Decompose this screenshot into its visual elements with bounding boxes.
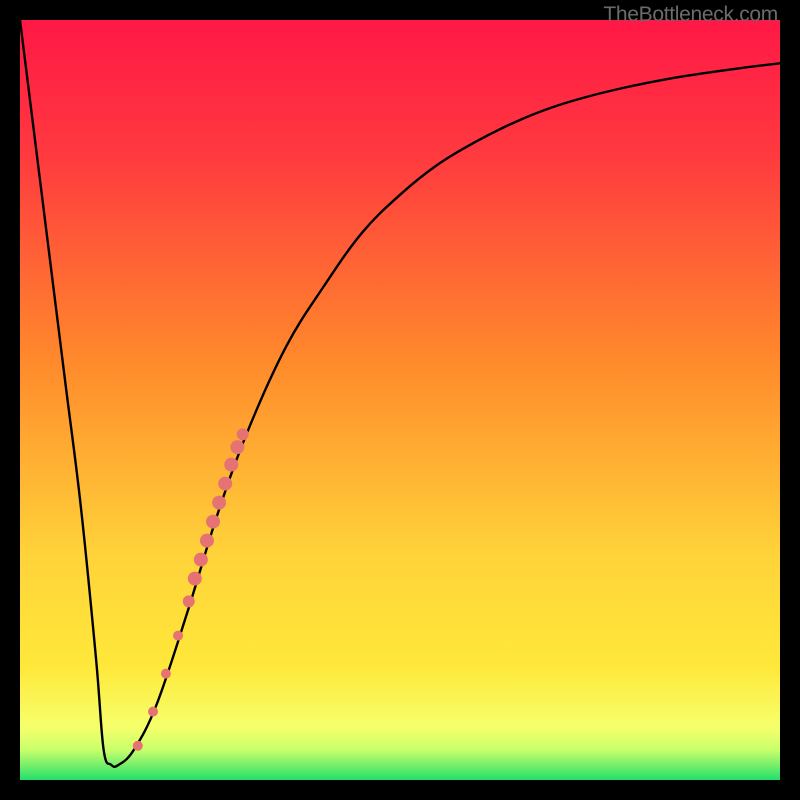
marker-dot <box>183 595 195 607</box>
marker-dot <box>173 631 183 641</box>
marker-dot <box>218 477 232 491</box>
marker-dot <box>212 496 226 510</box>
marker-dot <box>200 534 214 548</box>
marker-dot <box>133 741 143 751</box>
plot-area <box>20 20 780 780</box>
marker-dot <box>230 440 244 454</box>
marker-dot <box>148 707 158 717</box>
marker-dot <box>206 515 220 529</box>
marker-dot <box>188 572 202 586</box>
marker-dot <box>194 553 208 567</box>
chart-svg <box>20 20 780 780</box>
marker-dot <box>161 669 171 679</box>
marker-dot <box>237 428 249 440</box>
chart-frame: TheBottleneck.com <box>0 0 800 800</box>
watermark-text: TheBottleneck.com <box>603 3 778 27</box>
marker-dot <box>224 458 238 472</box>
